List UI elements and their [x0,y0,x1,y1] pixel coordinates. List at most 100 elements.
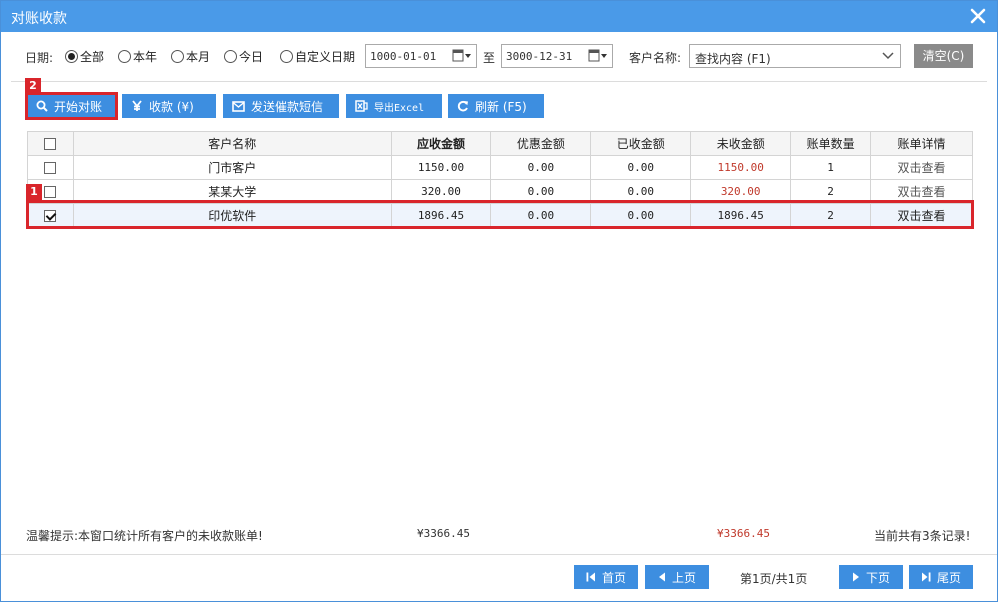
radio-dot [171,49,184,63]
column-header-received[interactable]: 已收金额 [590,131,692,156]
pager: 首页 上页 第1页/共1页 下页 尾页 [1,565,997,589]
column-header-bill-count[interactable]: 账单数量 [790,131,872,156]
next-page-label: 下页 [865,570,890,585]
calendar-dropdown-icon[interactable] [588,49,608,63]
row-select-cell[interactable] [27,203,74,228]
window-title: 对账收款 [11,11,67,27]
table-row[interactable]: 某某大学 320.00 0.00 0.00 320.00 2 双击查看 [27,179,973,204]
last-page-label: 尾页 [936,570,961,585]
radio-dot [65,49,78,63]
cell-unpaid: 1150.00 [690,155,792,180]
divider [11,81,987,82]
row-checkbox[interactable] [44,162,57,174]
divider [1,554,997,555]
radio-today[interactable]: 今日 [224,48,263,64]
select-all-cell[interactable] [27,131,74,156]
tip-text: 温馨提示:本窗口统计所有客户的未收款账单! [26,529,263,543]
customer-name-value: 查找内容 (F1) [695,52,771,66]
cell-received: 0.00 [590,155,692,180]
table-header-row: 客户名称 应收金额 优惠金额 已收金额 未收金额 账单数量 账单详情 [27,131,973,156]
export-excel-button[interactable]: 导出Excel [346,94,442,118]
close-icon[interactable] [969,7,987,25]
radio-label: 本月 [186,49,211,64]
prev-page-button[interactable]: 上页 [645,565,709,589]
annotation-tag-1: 1 [26,184,42,200]
column-header-customer[interactable]: 客户名称 [72,131,392,156]
total-receivable: ¥3366.45 [417,527,470,540]
date-label: 日期: [25,51,54,65]
cell-discount: 0.00 [490,155,592,180]
cell-customer: 印优软件 [72,203,392,228]
refresh-icon [457,100,468,112]
cell-received: 0.00 [590,203,692,228]
select-all-checkbox[interactable] [44,138,57,150]
filter-bar: 日期: 全部 本年 本月 今日 自定义日期 1000-01-01 至 3000-… [25,44,985,68]
cell-receivable: 1896.45 [390,203,492,228]
cell-customer: 某某大学 [72,179,392,204]
clear-button[interactable]: 清空(C) [914,44,973,68]
next-page-button[interactable]: 下页 [839,565,903,589]
column-header-discount[interactable]: 优惠金额 [490,131,592,156]
cell-discount: 0.00 [490,179,592,204]
customer-table: 客户名称 应收金额 优惠金额 已收金额 未收金额 账单数量 账单详情 门市客户 … [27,131,973,228]
reconcile-window: 对账收款 日期: 全部 本年 本月 今日 自定义日期 1000-01-01 至 … [0,0,998,602]
triangle-left-icon [658,572,665,582]
table-row[interactable]: 门市客户 1150.00 0.00 0.00 1150.00 1 双击查看 [27,155,973,180]
column-header-unpaid[interactable]: 未收金额 [690,131,792,156]
calendar-dropdown-icon[interactable] [452,49,472,63]
cell-bill-count: 2 [790,203,872,228]
envelope-icon [232,100,245,112]
radio-dot [224,49,237,63]
cell-receivable: 1150.00 [390,155,492,180]
refresh-button[interactable]: 刷新 (F5) [448,94,544,118]
refresh-label: 刷新 (F5) [475,99,527,114]
column-header-receivable[interactable]: 应收金额 [390,131,492,156]
cell-received: 0.00 [590,179,692,204]
radio-label: 自定义日期 [295,49,356,64]
table-row-selected[interactable]: 印优软件 1896.45 0.00 0.00 1896.45 2 双击查看 [27,203,973,228]
first-page-label: 首页 [601,570,626,585]
radio-label: 今日 [239,49,264,64]
collect-payment-button[interactable]: 收款 (¥) [122,94,216,118]
send-reminder-sms-button[interactable]: 发送催款短信 [223,94,339,118]
prev-page-label: 上页 [671,570,696,585]
last-page-button[interactable]: 尾页 [909,565,973,589]
last-page-icon [921,572,931,582]
start-reconcile-button[interactable]: 开始对账 [27,94,115,118]
cell-unpaid: 1896.45 [690,203,792,228]
record-count: 当前共有3条记录! [874,529,971,543]
export-excel-label: 导出Excel [374,102,425,114]
customer-name-combobox[interactable]: 查找内容 (F1) [689,44,901,68]
radio-all[interactable]: 全部 [65,48,104,64]
title-bar: 对账收款 [1,1,997,32]
row-checkbox-checked[interactable] [44,210,57,222]
radio-label: 本年 [133,49,158,64]
radio-custom-date[interactable]: 自定义日期 [280,48,355,64]
cell-bill-count: 1 [790,155,872,180]
triangle-right-icon [852,572,859,582]
send-reminder-sms-label: 发送催款短信 [251,99,324,114]
date-from-input[interactable]: 1000-01-01 [365,44,477,68]
total-unpaid: ¥3366.45 [717,527,770,540]
to-label: 至 [483,51,496,65]
cell-bill-detail[interactable]: 双击查看 [870,203,973,228]
customer-name-label: 客户名称: [629,51,682,65]
annotation-tag-2: 2 [25,78,41,94]
radio-this-month[interactable]: 本月 [171,48,210,64]
date-to-input[interactable]: 3000-12-31 [501,44,613,68]
chevron-down-icon[interactable] [882,52,894,60]
row-checkbox[interactable] [44,186,57,198]
column-header-bill-detail[interactable]: 账单详情 [870,131,973,156]
cell-unpaid: 320.00 [690,179,792,204]
row-select-cell[interactable] [27,155,74,180]
radio-dot [280,49,293,63]
radio-this-year[interactable]: 本年 [118,48,157,64]
cell-bill-detail[interactable]: 双击查看 [870,155,973,180]
first-page-icon [586,572,595,582]
date-from-value: 1000-01-01 [370,50,437,63]
cell-bill-detail[interactable]: 双击查看 [870,179,973,204]
radio-dot [118,49,131,63]
radio-label: 全部 [80,49,105,64]
search-icon [36,100,48,112]
first-page-button[interactable]: 首页 [574,565,638,589]
